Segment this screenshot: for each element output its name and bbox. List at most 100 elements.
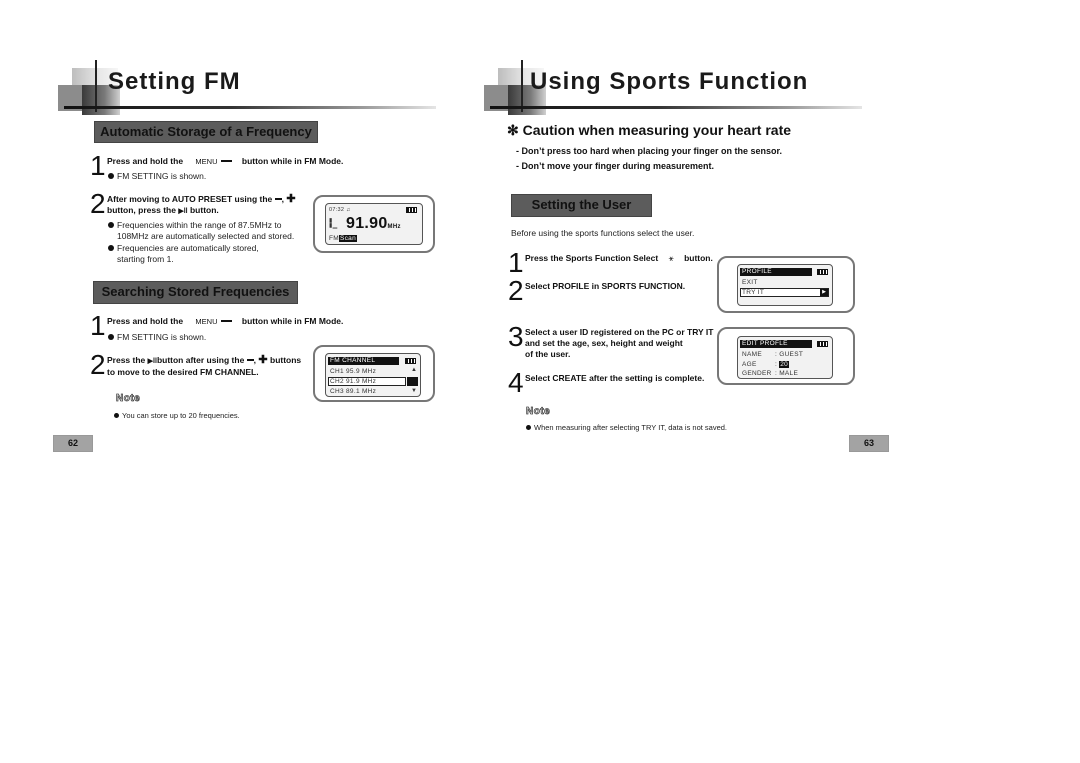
note-text: When measuring after selecting TRY IT, d… — [534, 423, 728, 432]
header-decoration — [95, 60, 97, 112]
bullet-icon — [114, 413, 119, 418]
minus-button-icon — [274, 198, 282, 200]
lcd-screen: EDIT PROFLE NAME : GUEST AGE : 20 GENDER… — [737, 336, 833, 379]
device-edit-profile-display: EDIT PROFLE NAME : GUEST AGE : 20 GENDER… — [717, 327, 855, 385]
mode-label: FM — [329, 235, 339, 242]
step-text-part: After moving to AUTO PRESET using the — [107, 194, 273, 204]
step-number: 2 — [90, 188, 106, 219]
step-text-part: button, press the — [107, 205, 176, 215]
field-value-gender: : MALE — [775, 370, 799, 377]
bullet-text: FM SETTING is shown. — [117, 171, 207, 181]
step-text-part: button. — [189, 205, 219, 215]
bullet-text: FM SETTING is shown. — [117, 332, 207, 342]
frequency-unit: MHz — [387, 224, 401, 230]
plus-button-icon: ✚ — [286, 193, 296, 205]
step-text-part: Press the — [107, 355, 146, 365]
step-text: Press the ▶llbutton after using the , ✚ … — [107, 354, 302, 378]
bullet-text: Frequencies are automatically stored, — [117, 243, 259, 253]
field-value-name: : GUEST — [775, 351, 804, 358]
step-text-part: Press and hold the — [107, 156, 184, 166]
header-decoration — [521, 60, 523, 112]
battery-icon — [406, 207, 417, 213]
sports-function-icon: ⚹ — [668, 253, 674, 263]
section-heading-searching-stored: Searching Stored Frequencies — [93, 281, 298, 304]
lcd-header: EDIT PROFLE — [740, 340, 812, 348]
menu-key-label: MENU — [195, 317, 218, 326]
battery-icon — [817, 269, 828, 275]
bullet-item: FM SETTING is shown. — [108, 332, 206, 343]
step-number: 4 — [508, 367, 524, 398]
plus-button-icon: ✚ — [258, 354, 268, 366]
menu-button-icon — [220, 320, 232, 322]
menu-key-label: MENU — [195, 157, 218, 166]
step-text-part: buttons — [270, 355, 302, 365]
step-text-part: button while in FM Mode. — [241, 156, 344, 166]
lcd-frequency: 91.90MHz — [346, 215, 401, 233]
lcd-screen: PROFILE EXIT TRY IT ▶ — [737, 264, 833, 306]
bullet-text: Frequencies within the range of 87.5MHz … — [117, 220, 282, 230]
field-label-age: AGE — [742, 361, 757, 368]
step-text-part: and set the age, sex, height and weight — [525, 338, 683, 348]
bullet-item: FM SETTING is shown. — [108, 171, 206, 182]
page-title: Using Sports Function — [530, 68, 809, 95]
lcd-mode: FMScan — [329, 235, 358, 242]
step-number: 1 — [90, 150, 106, 181]
lcd-header: PROFILE — [740, 268, 812, 276]
step-text: Select CREATE after the setting is compl… — [525, 373, 705, 383]
caution-title-text: Caution when measuring your heart rate — [522, 122, 792, 138]
field-label-name: NAME — [742, 351, 762, 358]
scroll-up-icon: ▲ — [411, 367, 418, 373]
step-text: Press the Sports Function Select ⚹ butto… — [525, 253, 713, 264]
scan-label: Scan — [339, 235, 358, 242]
step-text-part: to move to the desired FM CHANNEL. — [107, 367, 259, 377]
menu-button-icon — [220, 160, 232, 162]
page-header: Setting FM — [50, 60, 440, 115]
bullet-icon — [108, 245, 114, 251]
step-text-part: button while in FM Mode. — [241, 316, 344, 326]
bullet-icon — [108, 222, 114, 228]
minus-button-icon — [246, 359, 254, 361]
step-number: 1 — [508, 247, 524, 278]
page-62: Setting FM Automatic Storage of a Freque… — [0, 0, 540, 763]
lcd-screen: FM CHANNEL CH1 95.9 MHz ▲ CH2 91.9 MHz C… — [325, 353, 421, 397]
caution-item: - Don’t press too hard when placing your… — [516, 146, 783, 156]
bullet-continuation: starting from 1. — [117, 254, 174, 264]
play-pause-icon: ▶ll — [178, 208, 188, 215]
caution-heading: ✻ Caution when measuring your heart rate — [507, 122, 791, 139]
step-number: 1 — [90, 310, 106, 341]
intro-text: Before using the sports functions select… — [511, 228, 695, 238]
device-fm-display: 07:32 ♫ ▮ ▮▁ 91.90MHz FMScan — [313, 195, 435, 253]
age-value: 20 — [779, 361, 790, 368]
device-profile-display: PROFILE EXIT TRY IT ▶ — [717, 256, 855, 313]
lcd-header: FM CHANNEL — [328, 357, 399, 365]
step-text: Select PROFILE in SPORTS FUNCTION. — [525, 281, 686, 291]
field-label-gender: GENDER — [742, 370, 772, 377]
bullet-icon — [108, 173, 114, 179]
page-number: 63 — [849, 435, 889, 452]
bullet-icon — [108, 334, 114, 340]
field-value-age: : 20 — [775, 361, 790, 368]
channel-item: CH1 95.9 MHz — [330, 368, 377, 375]
note-title: Note — [116, 393, 141, 405]
bullet-item: Frequencies are automatically stored, — [108, 243, 259, 254]
step-text: After moving to AUTO PRESET using the , … — [107, 193, 296, 216]
note-item: You can store up to 20 frequencies. — [114, 410, 240, 421]
step-number: 2 — [90, 349, 106, 380]
bullet-item: Frequencies within the range of 87.5MHz … — [108, 220, 281, 231]
page-number: 62 — [53, 435, 93, 452]
channel-item: CH3 89.1 MHz — [330, 388, 377, 395]
page-header: Using Sports Function — [476, 60, 866, 115]
bullet-icon — [526, 425, 531, 430]
header-rule — [64, 106, 436, 109]
note-item: When measuring after selecting TRY IT, d… — [526, 422, 727, 433]
step-text: Press and hold the MENU button while in … — [107, 316, 343, 327]
battery-icon — [405, 358, 416, 364]
play-pause-icon: ▶ll — [147, 358, 157, 365]
step-number: 2 — [508, 275, 524, 306]
menu-item-exit: EXIT — [742, 279, 758, 286]
time-value: 07:32 — [329, 207, 345, 213]
step-number: 3 — [508, 321, 524, 352]
step-text-part: Press the Sports Function Select — [525, 253, 659, 263]
step-text-part: button. — [684, 253, 713, 263]
bullet-continuation: 108MHz are automatically selected and st… — [117, 231, 295, 241]
